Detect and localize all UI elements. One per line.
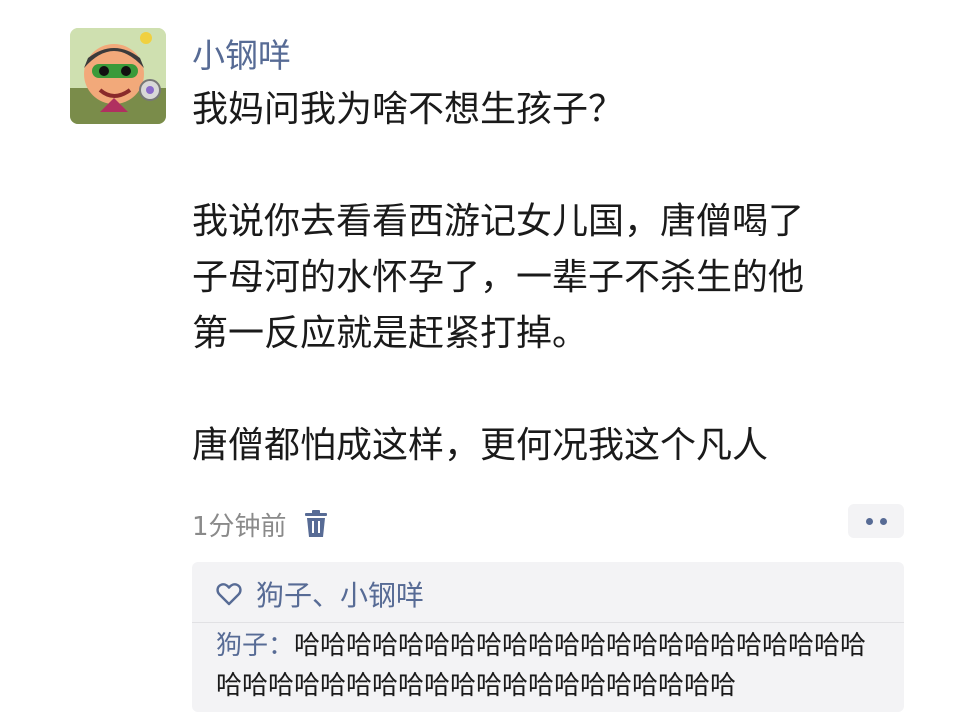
post-meta: 1分钟前	[192, 504, 329, 544]
divider	[192, 622, 904, 623]
post-line: 第一反应就是赶紧打掉。	[192, 313, 589, 354]
more-dots-icon	[879, 517, 887, 525]
post-line: 唐僧都怕成这样，更何况我这个凡人	[192, 425, 769, 466]
heart-outline-icon	[216, 582, 242, 606]
timestamp: 1分钟前	[192, 511, 287, 542]
post-text: 我妈问我为啥不想生孩子？ 我说你去看看西游记女儿国，唐僧喝了 子母河的水怀孕了，…	[192, 82, 912, 474]
commenter-name[interactable]: 狗子	[216, 631, 268, 661]
interaction-panel: 狗子、小钢咩 狗子：哈哈哈哈哈哈哈哈哈哈哈哈哈哈哈哈哈哈哈哈哈哈哈哈哈哈哈哈哈哈…	[192, 562, 904, 712]
comment-item[interactable]: 狗子：哈哈哈哈哈哈哈哈哈哈哈哈哈哈哈哈哈哈哈哈哈哈哈哈哈哈哈哈哈哈哈哈哈哈哈哈哈…	[216, 626, 892, 706]
username-link[interactable]: 小钢咩	[192, 34, 291, 78]
post-line: 我妈问我为啥不想生孩子？	[192, 89, 625, 130]
more-options-button[interactable]	[848, 504, 904, 538]
cartoon-avatar-icon	[70, 28, 166, 124]
comment-separator: ：	[268, 631, 295, 661]
trash-icon[interactable]	[303, 510, 329, 538]
post-line: 子母河的水怀孕了，一辈子不杀生的他	[192, 257, 805, 298]
avatar[interactable]	[70, 28, 166, 124]
likes-row: 狗子、小钢咩	[216, 574, 424, 614]
post-line: 我说你去看看西游记女儿国，唐僧喝了	[192, 201, 805, 242]
comment-text: 哈哈哈哈哈哈哈哈哈哈哈哈哈哈哈哈哈哈哈哈哈哈哈哈哈哈哈哈哈哈哈哈哈哈哈哈哈哈哈哈…	[216, 631, 867, 701]
likes-list[interactable]: 狗子、小钢咩	[256, 574, 424, 614]
more-dots-icon	[865, 517, 873, 525]
